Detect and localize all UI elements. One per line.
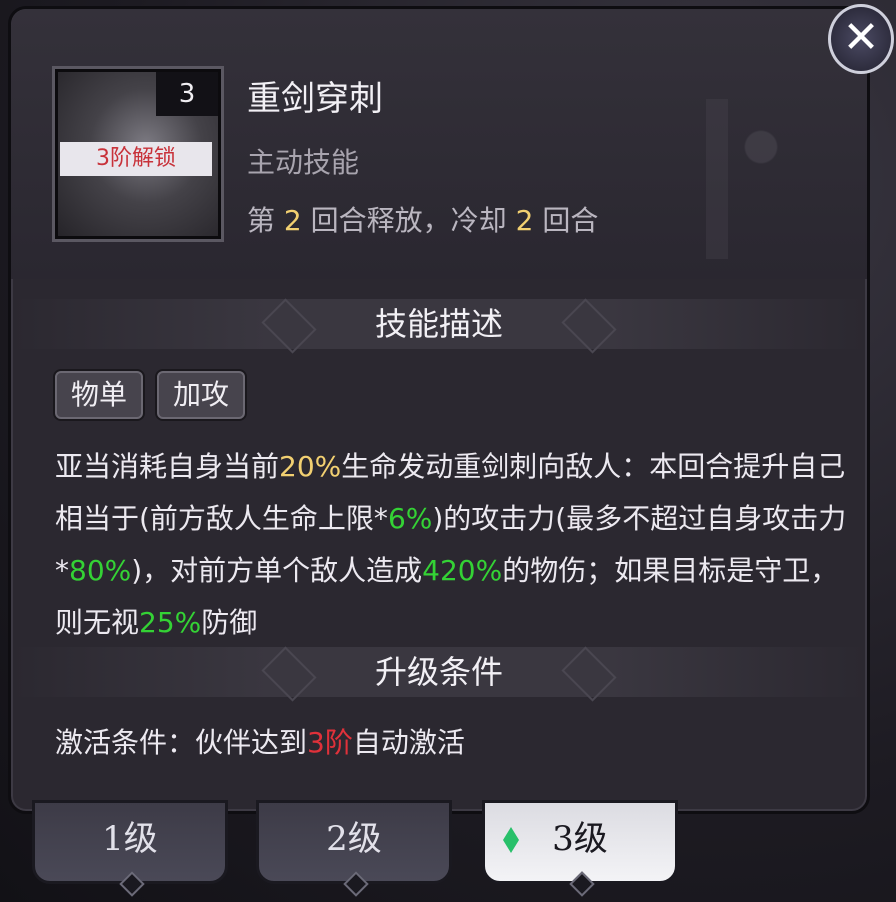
cond-text-1: 激活条件：伙伴达到 [55,726,308,759]
cond-value: 3阶 [307,726,353,759]
close-button[interactable]: ✕ [828,4,894,74]
tag-attack-up: 加攻 [157,371,246,419]
section-title-upgrade: 升级条件 [261,647,617,697]
upgrade-condition: 激活条件：伙伴达到3阶自动激活 [55,721,465,761]
desc-text-6: 防御 [201,606,258,639]
desc-value-5: 25% [139,606,202,639]
desc-value-2: 6% [387,502,433,535]
tab-level-3[interactable]: 3级 [482,800,678,897]
cd-value: 2 [515,204,534,237]
cond-text-2: 自动激活 [352,726,465,759]
skill-cooldown: 第 2 回合释放，冷却 2 回合 [247,199,598,239]
skill-description: 亚当消耗自身当前20%生命发动重剑刺向敌人：本回合提升自己相当于(前方敌人生命上… [55,441,855,649]
desc-value-1: 20% [279,450,342,483]
skill-name: 重剑穿刺 [247,79,383,119]
cd-mid: 回合释放，冷却 [310,204,507,237]
desc-value-3: 80% [69,554,132,587]
cd-prefix: 第 [247,204,276,237]
unlock-label: 3阶解锁 [60,142,212,176]
desc-value-4: 420% [422,554,503,587]
desc-text-4: )，对前方单个敌人造成 [131,554,423,587]
desc-text-1: 亚当消耗自身当前 [55,450,280,483]
cd-suffix: 回合 [542,204,599,237]
section-title-description: 技能描述 [261,299,617,349]
tab-level-2-label: 2级 [326,819,382,859]
tab-level-3-label: 3级 [552,819,608,859]
cd-turn: 2 [283,204,302,237]
tag-physical-single: 物单 [55,371,144,419]
gem-icon [503,827,519,853]
skill-detail-panel: 3 3阶解锁 重剑穿刺 主动技能 第 2 回合释放，冷却 2 回合 技能描述 物… [8,6,870,814]
tab-level-2[interactable]: 2级 [256,800,452,897]
skill-type: 主动技能 [247,146,360,179]
tab-level-1[interactable]: 1级 [32,800,228,897]
skill-icon: 3 3阶解锁 [55,69,221,239]
skill-tags: 物单 加攻 [55,371,246,419]
skill-level-badge: 3 [156,72,218,116]
castle-decoration [607,99,827,259]
tab-level-1-label: 1级 [102,819,158,859]
